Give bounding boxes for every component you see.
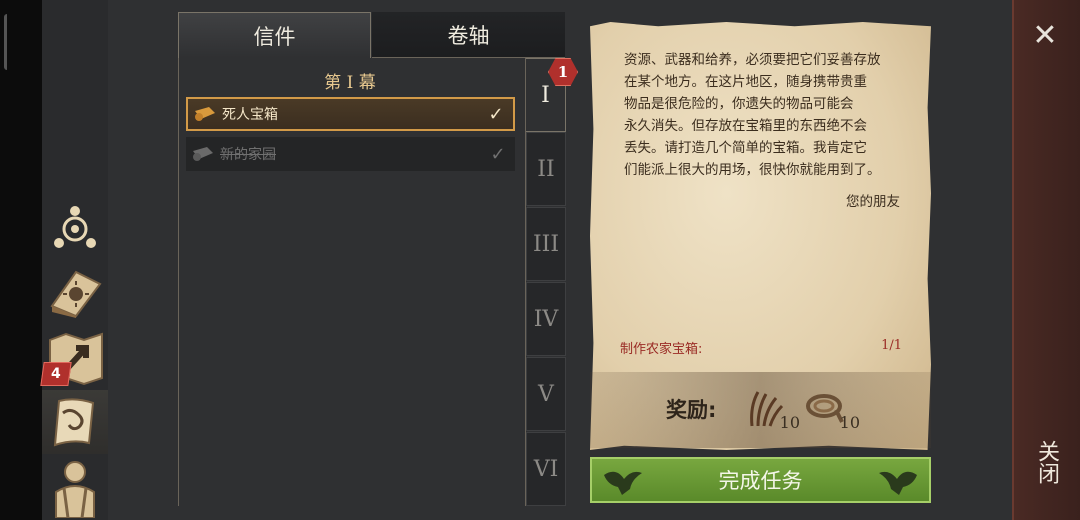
reward-amount: 10 <box>779 413 800 432</box>
letter-line: 资源、武器和给养，必须要把它们妥善存放 <box>624 52 881 68</box>
chapter-tab-2[interactable]: II <box>526 132 566 206</box>
quest-item-dead-mans-chest[interactable]: 死人宝箱 ✓ <box>186 97 515 131</box>
tab-scrolls[interactable]: 卷轴 <box>372 12 565 58</box>
chapter-tab-6[interactable]: VI <box>526 432 566 506</box>
reward-amount: 10 <box>839 413 860 432</box>
edge-notch <box>4 14 10 70</box>
act-title: 第 I 幕 <box>324 73 376 93</box>
close-label[interactable]: 关闭 <box>1028 440 1062 484</box>
requirement-count: 1/1 <box>881 338 902 353</box>
bird-icon <box>604 471 642 495</box>
side-item-journal[interactable] <box>42 390 108 454</box>
letter-line: 物品是很危险的，你遗失的物品可能会 <box>624 96 854 112</box>
scroll-icon <box>186 145 220 163</box>
quest-label: 死人宝箱 <box>222 107 278 123</box>
requirement-label: 制作农家宝箱: <box>620 342 703 357</box>
quest-label: 新的家园 <box>220 147 276 163</box>
tab-letters[interactable]: 信件 <box>178 12 371 58</box>
chapter-tab-5[interactable]: V <box>526 357 566 431</box>
side-item-skills[interactable] <box>42 196 108 258</box>
reward-item-rope: 10 <box>804 388 864 432</box>
reward-label: 奖励: <box>666 398 717 422</box>
letter-line: 们能派上很大的用场，很快你就能用到了。 <box>624 162 881 178</box>
chapter-tab-3[interactable]: III <box>526 207 566 281</box>
bird-icon <box>879 471 917 495</box>
side-item-character[interactable] <box>42 456 108 520</box>
check-icon: ✓ <box>490 143 506 165</box>
letter-line: 丢失。请打造几个简单的宝箱。我肯定它 <box>624 140 867 156</box>
quest-item-new-home[interactable]: 新的家园 ✓ <box>186 137 515 171</box>
letter-line: 在某个地方。在这片地区，随身携带贵重 <box>624 74 867 90</box>
complete-quest-button[interactable]: 完成任务 <box>590 457 931 503</box>
letter-line: 永久消失。但存放在宝箱里的东西绝不会 <box>624 118 867 134</box>
fiber-icon <box>750 391 784 427</box>
sun-book-icon <box>50 270 102 318</box>
scroll-icon <box>188 105 222 123</box>
map-badge: 4 <box>40 362 72 386</box>
complete-quest-label: 完成任务 <box>718 469 803 493</box>
side-item-recipes[interactable] <box>42 262 108 322</box>
left-edge <box>0 0 42 520</box>
atom-icon <box>54 206 96 248</box>
scroll-letter-icon <box>53 398 95 447</box>
reward-item-fiber: 10 <box>744 388 804 432</box>
character-icon <box>55 461 95 518</box>
close-icon[interactable]: ✕ <box>1028 18 1062 53</box>
letter-body: 资源、武器和给养，必须要把它们妥善存放 在某个地方。在这片地区，随身携带贵重 物… <box>624 49 904 181</box>
check-icon: ✓ <box>488 103 504 125</box>
chapter-tab-4[interactable]: IV <box>526 282 566 356</box>
letter-signature: 您的朋友 <box>846 194 900 210</box>
